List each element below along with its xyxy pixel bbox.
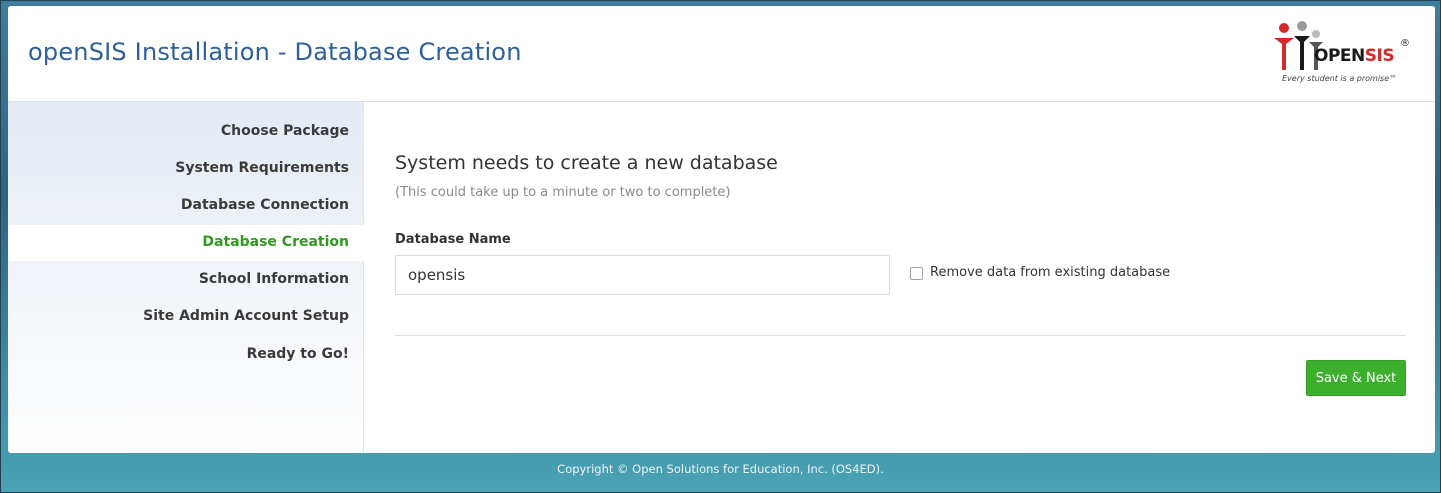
main-panel: System needs to create a new database (T…: [365, 102, 1435, 453]
sidebar-item-database-connection[interactable]: Database Connection: [181, 197, 349, 213]
sidebar-item-site-admin-account-setup[interactable]: Site Admin Account Setup: [143, 308, 349, 324]
page-title: openSIS Installation - Database Creation: [28, 38, 522, 66]
remove-data-checkbox[interactable]: [910, 267, 923, 280]
logo-tagline: Every student is a promise™: [1282, 74, 1398, 83]
header: openSIS Installation - Database Creation…: [8, 6, 1435, 102]
remove-data-label[interactable]: Remove data from existing database: [930, 265, 1170, 280]
logo-word-sis: SIS: [1364, 46, 1395, 66]
database-name-input[interactable]: [395, 255, 890, 295]
form-divider: [395, 335, 1406, 336]
sidebar-item-system-requirements[interactable]: System Requirements: [175, 160, 349, 176]
footer-copyright: Copyright © Open Solutions for Education…: [557, 462, 884, 476]
section-heading: System needs to create a new database: [395, 152, 778, 174]
sidebar-item-school-information[interactable]: School Information: [199, 271, 349, 287]
sidebar-item-ready-to-go[interactable]: Ready to Go!: [247, 346, 349, 362]
logo-word-open: OPEN: [1314, 46, 1365, 66]
opensis-logo: OPENSIS ® Every student is a promise™: [1272, 20, 1417, 90]
installer-card: openSIS Installation - Database Creation…: [8, 6, 1435, 453]
save-next-button[interactable]: Save & Next: [1306, 360, 1406, 396]
sidebar-item-database-creation[interactable]: Database Creation: [202, 234, 349, 250]
logo-registered-mark: ®: [1400, 38, 1410, 49]
database-name-label: Database Name: [395, 232, 511, 247]
section-subheading: (This could take up to a minute or two t…: [395, 185, 731, 200]
sidebar-item-choose-package[interactable]: Choose Package: [221, 123, 349, 139]
steps-sidebar: Choose Package System Requirements Datab…: [8, 102, 365, 453]
logo-wordmark: OPENSIS: [1314, 46, 1395, 66]
